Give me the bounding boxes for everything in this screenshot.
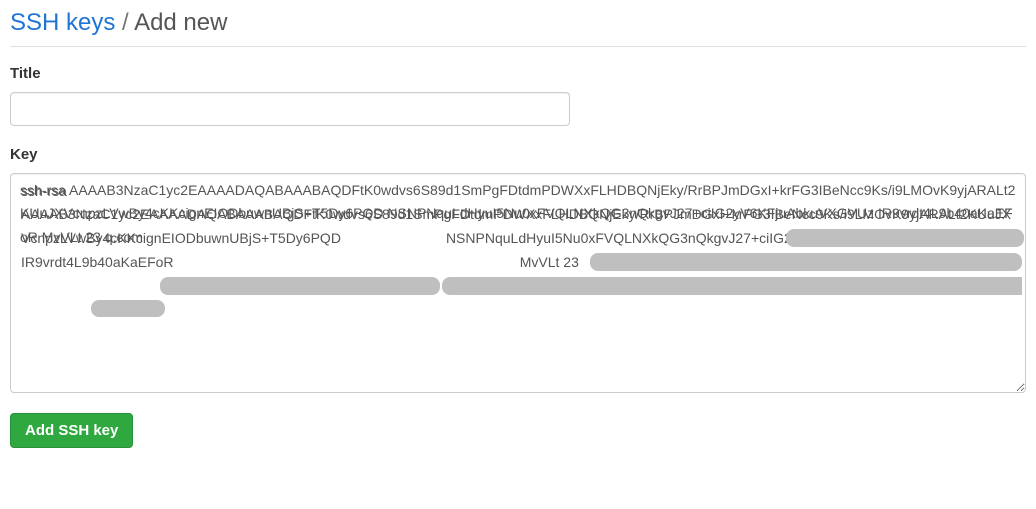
- breadcrumb-separator: /: [122, 9, 134, 36]
- header-divider: [10, 46, 1026, 47]
- breadcrumb: SSH keys / Add new: [10, 6, 1026, 40]
- title-field-group: Title: [10, 65, 1026, 126]
- title-label: Title: [10, 65, 1026, 82]
- ssh-keys-link[interactable]: SSH keys: [10, 9, 115, 36]
- add-ssh-key-button[interactable]: Add SSH key: [10, 413, 133, 448]
- key-label: Key: [10, 146, 1026, 163]
- breadcrumb-current: Add new: [134, 9, 227, 36]
- title-input[interactable]: [10, 92, 570, 126]
- key-field-group: Key ssh-rsa AAAAB3NzaC1yc2EAAAADAQABAAAB…: [10, 146, 1026, 393]
- key-textarea[interactable]: [10, 173, 1026, 393]
